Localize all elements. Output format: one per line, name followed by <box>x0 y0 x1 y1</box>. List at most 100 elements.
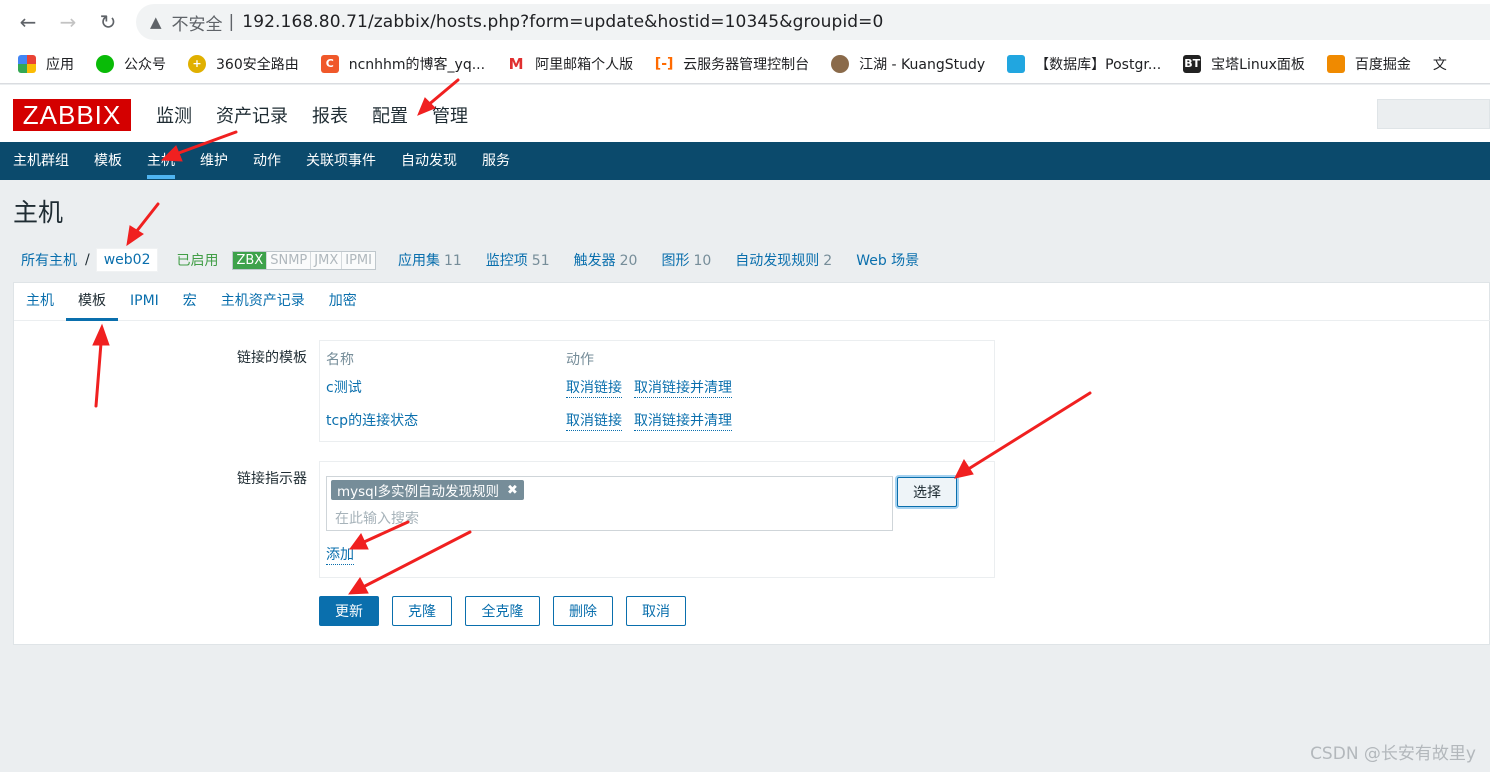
tab-inventory[interactable]: 主机资产记录 <box>209 283 317 320</box>
zabbix-header: ZABBIX 监测 资产记录 报表 配置 管理 <box>0 85 1490 142</box>
host-status-enabled[interactable]: 已启用 <box>176 250 218 270</box>
full-clone-button[interactable]: 全克隆 <box>465 596 540 626</box>
breadcrumb-separator: / <box>85 252 90 268</box>
header-search-input[interactable] <box>1377 99 1490 129</box>
unlink-and-clear-button[interactable]: 取消链接并清理 <box>634 377 732 398</box>
bookmark-item[interactable]: 百度掘金 <box>1326 54 1411 74</box>
link-indicator-box: mysql多实例自动发现规则 ✖ 在此输入搜索 选择 添加 <box>319 461 995 578</box>
link-label[interactable]: Web 场景 <box>856 253 919 269</box>
bookmark-item[interactable]: C ncnhhm的博客_yq... <box>320 54 486 74</box>
link-label[interactable]: 自动发现规则 <box>735 253 819 269</box>
search-input[interactable]: 在此输入搜索 <box>335 508 419 528</box>
menu-configuration[interactable]: 配置 <box>372 102 408 128</box>
menu-monitoring[interactable]: 监测 <box>156 102 192 128</box>
forward-arrow-icon[interactable]: → <box>48 10 88 34</box>
availability-jmx: JMX <box>311 251 343 269</box>
submenu-maintenance[interactable]: 维护 <box>200 142 228 180</box>
bookmark-label: 宝塔Linux面板 <box>1211 56 1305 73</box>
menu-reports[interactable]: 报表 <box>312 102 348 128</box>
availability-badges: ZBX SNMP JMX IPMI <box>232 250 376 270</box>
address-bar[interactable]: ▲ 不安全 | 192.168.80.71/zabbix/hosts.php?f… <box>136 4 1490 40</box>
avatar-icon <box>831 54 850 73</box>
clone-button[interactable]: 克隆 <box>392 596 452 626</box>
submenu-host-groups[interactable]: 主机群组 <box>13 142 69 180</box>
availability-zbx: ZBX <box>233 251 268 269</box>
link-count: 51 <box>531 253 550 269</box>
submenu-hosts[interactable]: 主机 <box>147 142 175 180</box>
link-applications[interactable]: 应用集 11 <box>398 250 462 270</box>
menu-administration[interactable]: 管理 <box>432 102 468 128</box>
availability-snmp: SNMP <box>267 251 312 269</box>
browser-toolbar: ← → ↻ ▲ 不安全 | 192.168.80.71/zabbix/hosts… <box>0 0 1490 44</box>
delete-button[interactable]: 删除 <box>553 596 613 626</box>
link-web-scenarios[interactable]: Web 场景 <box>856 250 919 270</box>
submenu-templates[interactable]: 模板 <box>94 142 122 180</box>
link-triggers[interactable]: 触发器 20 <box>574 250 638 270</box>
link-label[interactable]: 应用集 <box>398 253 440 269</box>
bookmark-item[interactable]: M 阿里邮箱个人版 <box>507 54 633 74</box>
submenu-discovery[interactable]: 自动发现 <box>401 142 457 180</box>
tab-encryption[interactable]: 加密 <box>317 283 369 320</box>
link-graphs[interactable]: 图形 10 <box>661 250 711 270</box>
link-indicator-label: 链接指示器 <box>237 471 307 487</box>
link-label[interactable]: 触发器 <box>574 253 616 269</box>
add-link[interactable]: 添加 <box>326 544 354 565</box>
link-label[interactable]: 图形 <box>661 253 689 269</box>
zabbix-logo[interactable]: ZABBIX <box>13 99 131 131</box>
bookmark-item[interactable]: + 360安全路由 <box>188 54 299 74</box>
host-form-tabs: 主机 模板 IPMI 宏 主机资产记录 加密 <box>14 283 1490 321</box>
back-arrow-icon[interactable]: ← <box>8 10 48 34</box>
watermark: CSDN @长安有故里y <box>1310 744 1476 764</box>
submenu-correlation[interactable]: 关联项事件 <box>306 142 376 180</box>
tab-templates[interactable]: 模板 <box>66 283 118 321</box>
select-button[interactable]: 选择 <box>897 477 957 507</box>
annotation-arrow <box>126 202 160 247</box>
link-discovery-rules[interactable]: 自动发现规则 2 <box>735 250 832 270</box>
cancel-button[interactable]: 取消 <box>626 596 686 626</box>
bt-icon: BT <box>1183 54 1202 73</box>
bookmark-item[interactable]: 公众号 <box>96 54 166 74</box>
bookmark-item[interactable]: 【数据库】Postgr... <box>1007 54 1161 74</box>
linked-templates-label: 链接的模板 <box>237 350 307 366</box>
linked-templates-table: 名称 动作 c测试 取消链接 取消链接并清理 tcp的连接状态 取消链接 取消链… <box>319 340 995 442</box>
bookmark-label: 应用 <box>46 56 74 73</box>
bookmark-label: ncnhhm的博客_yq... <box>348 56 486 73</box>
tab-host[interactable]: 主机 <box>14 283 66 320</box>
breadcrumb-all-hosts[interactable]: 所有主机 <box>21 250 77 270</box>
tab-macros[interactable]: 宏 <box>171 283 209 320</box>
link-label[interactable]: 监控项 <box>486 253 528 269</box>
unlink-and-clear-button[interactable]: 取消链接并清理 <box>634 410 732 431</box>
breadcrumb: 所有主机 / web02 已启用 ZBX SNMP JMX IPMI 应用集 11… <box>13 242 1490 278</box>
template-multiselect[interactable]: mysql多实例自动发现规则 ✖ 在此输入搜索 <box>326 476 893 531</box>
bookmark-item[interactable]: BT 宝塔Linux面板 <box>1183 54 1305 74</box>
reload-icon[interactable]: ↻ <box>88 10 128 34</box>
breadcrumb-current-host[interactable]: web02 <box>95 248 159 272</box>
chip-label: mysql多实例自动发现规则 <box>337 484 499 500</box>
bookmark-label: 公众号 <box>124 56 166 73</box>
tab-ipmi[interactable]: IPMI <box>118 283 171 320</box>
submenu-actions[interactable]: 动作 <box>253 142 281 180</box>
menu-inventory[interactable]: 资产记录 <box>216 102 288 128</box>
unlink-button[interactable]: 取消链接 <box>566 410 622 431</box>
page-title: 主机 <box>13 198 64 227</box>
aliyun-mail-icon: M <box>507 54 526 73</box>
link-count: 11 <box>443 253 462 269</box>
360-icon: + <box>188 54 206 73</box>
bookmark-item[interactable]: [-] 云服务器管理控制台 <box>655 54 809 74</box>
form-actions: 更新 克隆 全克隆 删除 取消 <box>319 596 699 626</box>
wechat-icon <box>96 54 114 73</box>
link-count: 20 <box>619 253 638 269</box>
template-name[interactable]: c测试 <box>326 377 362 397</box>
submenu-services[interactable]: 服务 <box>482 142 510 180</box>
aliyun-icon: [-] <box>654 54 674 73</box>
update-button[interactable]: 更新 <box>319 596 379 626</box>
bookmark-apps[interactable]: 应用 <box>18 54 74 74</box>
remove-chip-icon[interactable]: ✖ <box>507 483 518 498</box>
bookmark-item[interactable]: 江湖 - KuangStudy <box>831 54 985 74</box>
main-menu: 监测 资产记录 报表 配置 管理 <box>156 102 492 128</box>
template-name[interactable]: tcp的连接状态 <box>326 410 418 430</box>
url-text[interactable]: 192.168.80.71/zabbix/hosts.php?form=upda… <box>242 12 883 32</box>
bookmark-overflow[interactable]: 文 <box>1433 54 1447 74</box>
link-items[interactable]: 监控项 51 <box>486 250 550 270</box>
unlink-button[interactable]: 取消链接 <box>566 377 622 398</box>
